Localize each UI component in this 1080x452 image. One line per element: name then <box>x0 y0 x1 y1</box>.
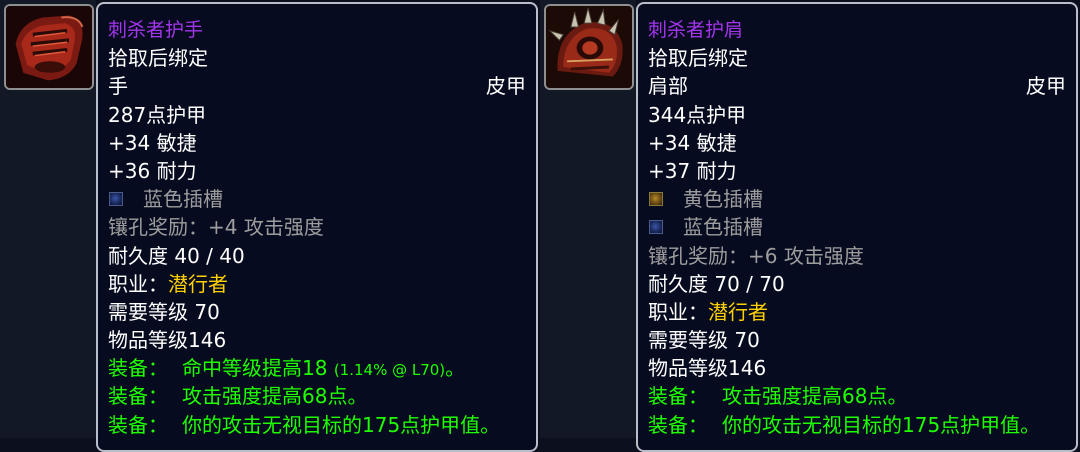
equip-text: 命中等级提高18 <box>182 356 328 381</box>
armor-type: 皮甲 <box>486 74 526 99</box>
item-slot: 肩部 <box>648 74 688 99</box>
armor-type: 皮甲 <box>1026 74 1066 99</box>
bind-type: 拾取后绑定 <box>648 46 748 71</box>
equip-text: 攻击强度提高68点。 <box>722 384 908 409</box>
required-level: 需要等级 70 <box>108 299 220 324</box>
equip-label: 装备： <box>108 384 168 409</box>
item-tooltip: 刺杀者护肩 拾取后绑定 肩部 皮甲 344点护甲 +34 敏捷 +37 耐力 黄… <box>636 2 1078 452</box>
socket-row: 蓝色插槽 <box>108 185 526 213</box>
armor-value: 344点护甲 <box>648 102 747 127</box>
equip-label: 装备： <box>648 384 708 409</box>
equip-effect: 装备： 你的攻击无视目标的175点护甲值。 <box>648 411 1066 439</box>
socket-row: 黄色插槽 <box>648 185 1066 213</box>
yellow-socket-icon <box>649 191 663 206</box>
socket-label: 蓝色插槽 <box>683 215 763 240</box>
equip-label: 装备： <box>108 412 168 437</box>
socket-label: 黄色插槽 <box>683 187 763 212</box>
class-row: 职业：潜行者 <box>108 270 526 298</box>
stat-stamina: +36 耐力 <box>108 158 197 183</box>
blue-socket-icon <box>649 219 663 234</box>
socket-label: 蓝色插槽 <box>143 187 223 212</box>
equip-tail: 。 <box>445 356 466 381</box>
equip-note: (1.14% @ L70) <box>333 361 446 380</box>
equip-text: 你的攻击无视目标的175点护甲值。 <box>182 412 501 437</box>
item-level: 物品等级146 <box>648 356 767 381</box>
durability: 耐久度 70 / 70 <box>648 271 785 296</box>
equip-text: 攻击强度提高68点。 <box>182 384 368 409</box>
equip-effect: 装备： 命中等级提高18 (1.14% @ L70)。 <box>108 354 526 382</box>
socket-row: 蓝色插槽 <box>648 213 1066 241</box>
class-row: 职业：潜行者 <box>648 298 1066 326</box>
equip-effect: 装备： 你的攻击无视目标的175点护甲值。 <box>108 411 526 439</box>
armor-value: 287点护甲 <box>108 102 207 127</box>
blue-socket-icon <box>109 191 123 206</box>
class-value: 潜行者 <box>708 299 768 324</box>
durability: 耐久度 40 / 40 <box>108 243 245 268</box>
required-level: 需要等级 70 <box>648 328 760 353</box>
item-level: 物品等级146 <box>108 328 227 353</box>
equip-effect: 装备： 攻击强度提高68点。 <box>648 382 1066 410</box>
stat-stamina: +37 耐力 <box>648 158 737 183</box>
item-name: 刺杀者护肩 <box>648 19 744 41</box>
item-slot: 手 <box>108 74 128 99</box>
item-name: 刺杀者护手 <box>108 19 204 41</box>
class-value: 潜行者 <box>168 271 228 296</box>
bind-type: 拾取后绑定 <box>108 46 208 71</box>
equip-label: 装备： <box>648 412 708 437</box>
equip-effect: 装备： 攻击强度提高68点。 <box>108 382 526 410</box>
socket-bonus: 镶孔奖励：+4 攻击强度 <box>108 215 324 240</box>
slot-row: 肩部 皮甲 <box>648 72 1066 100</box>
leather-gloves-icon[interactable] <box>4 4 94 90</box>
item-tooltip: 刺杀者护手 拾取后绑定 手 皮甲 287点护甲 +34 敏捷 +36 耐力 蓝色… <box>96 2 538 452</box>
socket-bonus: 镶孔奖励：+6 攻击强度 <box>648 243 864 268</box>
class-label: 职业： <box>648 299 708 324</box>
equip-text: 你的攻击无视目标的175点护甲值。 <box>722 412 1041 437</box>
slot-row: 手 皮甲 <box>108 72 526 100</box>
stat-agility: +34 敏捷 <box>648 130 737 155</box>
stat-agility: +34 敏捷 <box>108 130 197 155</box>
class-label: 职业： <box>108 271 168 296</box>
spiked-shoulder-icon[interactable] <box>544 4 634 90</box>
equip-label: 装备： <box>108 356 168 381</box>
